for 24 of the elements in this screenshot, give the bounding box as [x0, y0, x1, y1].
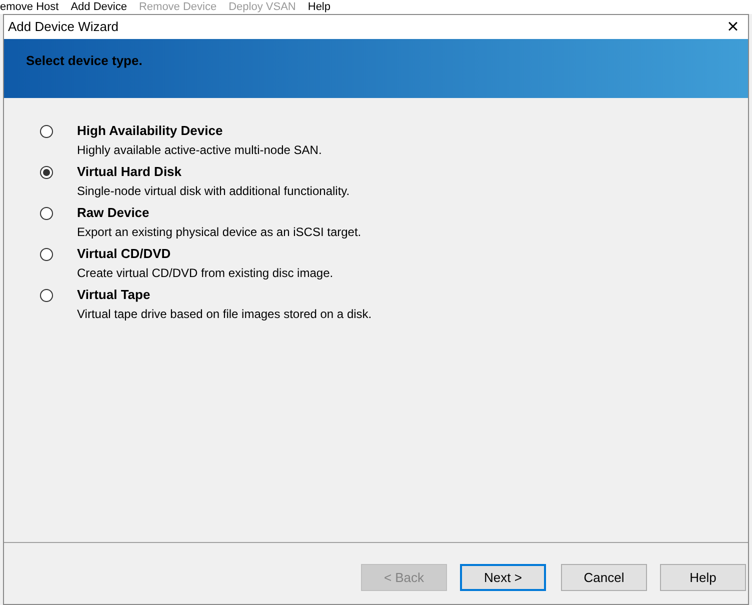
header-title: Select device type. — [26, 53, 142, 68]
radio-button[interactable] — [40, 289, 53, 302]
radio-button[interactable] — [40, 248, 53, 261]
option-label: Virtual CD/DVD — [77, 246, 172, 262]
wizard-button[interactable]: Cancel — [561, 564, 647, 591]
option-label: Virtual Tape — [77, 287, 152, 303]
option-label: High Availability Device — [77, 123, 224, 139]
close-button[interactable]: × — [722, 17, 744, 37]
option-description: Highly available active-active multi-node SAN. — [77, 142, 322, 158]
option-label: Raw Device — [77, 205, 150, 221]
window-title: Add Device Wizard — [8, 18, 119, 36]
menu-item[interactable]: emove Host — [0, 1, 59, 14]
option-description: Export an existing physical device as an iSCSI target. — [77, 224, 362, 240]
radio-button[interactable] — [40, 125, 53, 138]
option-description: Virtual tape drive based on file images stored on a disk. — [77, 306, 372, 322]
menu-item[interactable]: Help — [308, 1, 330, 14]
wizard-button[interactable]: Help — [660, 564, 746, 591]
option-description: Create virtual CD/DVD from existing disc image. — [77, 265, 334, 281]
option-label: Virtual Hard Disk — [77, 164, 183, 180]
radio-button[interactable] — [40, 207, 53, 220]
menu-item[interactable]: Add Device — [70, 1, 127, 14]
radio-button[interactable] — [40, 166, 53, 179]
wizard-button[interactable]: Next > — [460, 564, 546, 591]
option-description: Single-node virtual disk with additional functionality. — [77, 183, 350, 199]
